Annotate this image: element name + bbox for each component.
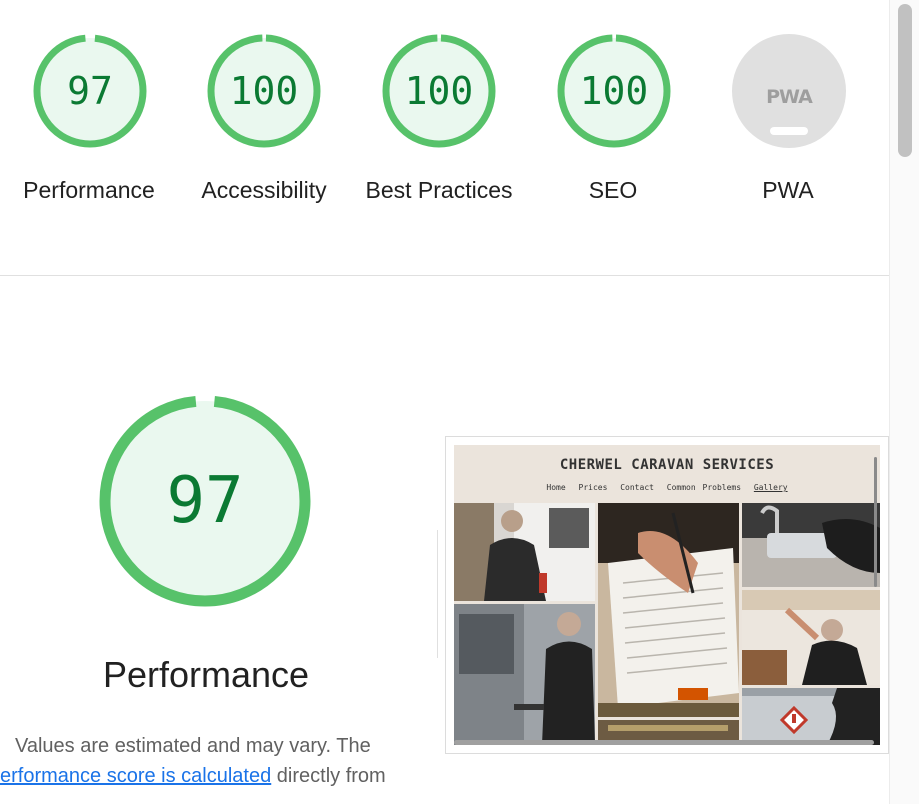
seo-score: 100 [579, 69, 649, 113]
site-nav-prices: Prices [578, 483, 608, 492]
vertical-separator [437, 530, 438, 658]
gallery-photo-sink [742, 503, 880, 587]
accessibility-score: 100 [229, 69, 299, 113]
gallery-photo-ceiling-repair [742, 590, 880, 685]
gallery-photo-technician-van [454, 503, 595, 601]
pwa-label[interactable]: PWA [703, 172, 873, 208]
page-scrollbar[interactable] [889, 0, 919, 804]
gauge-pwa[interactable]: PWA [731, 33, 847, 149]
site-nav-contact: Contact [620, 483, 654, 492]
performance-main-title: Performance [102, 654, 310, 695]
site-nav-home: Home [546, 483, 566, 492]
screenshot-scrollbar [874, 457, 877, 587]
gallery-photo-paperwork [598, 503, 739, 717]
performance-main-score: 97 [166, 464, 244, 538]
page-scrollbar-thumb[interactable] [898, 4, 912, 157]
site-nav-common-problems: Common Problems [666, 483, 742, 492]
site-nav: Home Prices Contact Common Problems Gall… [454, 483, 880, 492]
gallery-photo-gas-locker [742, 688, 880, 745]
gauge-best-practices[interactable]: 100 [381, 33, 497, 149]
best-practices-label[interactable]: Best Practices [354, 172, 524, 208]
pwa-badge-icon: PWA [766, 86, 813, 108]
accessibility-label[interactable]: Accessibility [179, 172, 349, 208]
performance-score: 97 [67, 69, 113, 113]
performance-score-calculated-link[interactable]: erformance score is calculated [0, 765, 271, 787]
performance-main-gauge: 97 [97, 393, 313, 609]
site-nav-gallery: Gallery [753, 483, 788, 492]
screenshot-horizontal-scrollbar [454, 740, 874, 745]
seo-label[interactable]: SEO [528, 172, 698, 208]
gallery-photo-technician-van2 [454, 604, 595, 745]
performance-label[interactable]: Performance [4, 172, 174, 208]
description-continuation: directly from [271, 765, 386, 787]
gauge-performance[interactable]: 97 [32, 33, 148, 149]
pwa-dash-icon [770, 127, 808, 135]
gauge-accessibility[interactable]: 100 [206, 33, 322, 149]
site-title: CHERWEL CARAVAN SERVICES [559, 457, 775, 473]
performance-description-line2: erformance score is calculated directly … [0, 758, 386, 794]
best-practices-score: 100 [404, 69, 474, 113]
final-screenshot[interactable]: CHERWEL CARAVAN SERVICES Home Prices Con… [445, 436, 889, 754]
gauge-seo[interactable]: 100 [556, 33, 672, 149]
screenshot-page: CHERWEL CARAVAN SERVICES Home Prices Con… [454, 445, 880, 745]
section-divider [0, 275, 889, 276]
